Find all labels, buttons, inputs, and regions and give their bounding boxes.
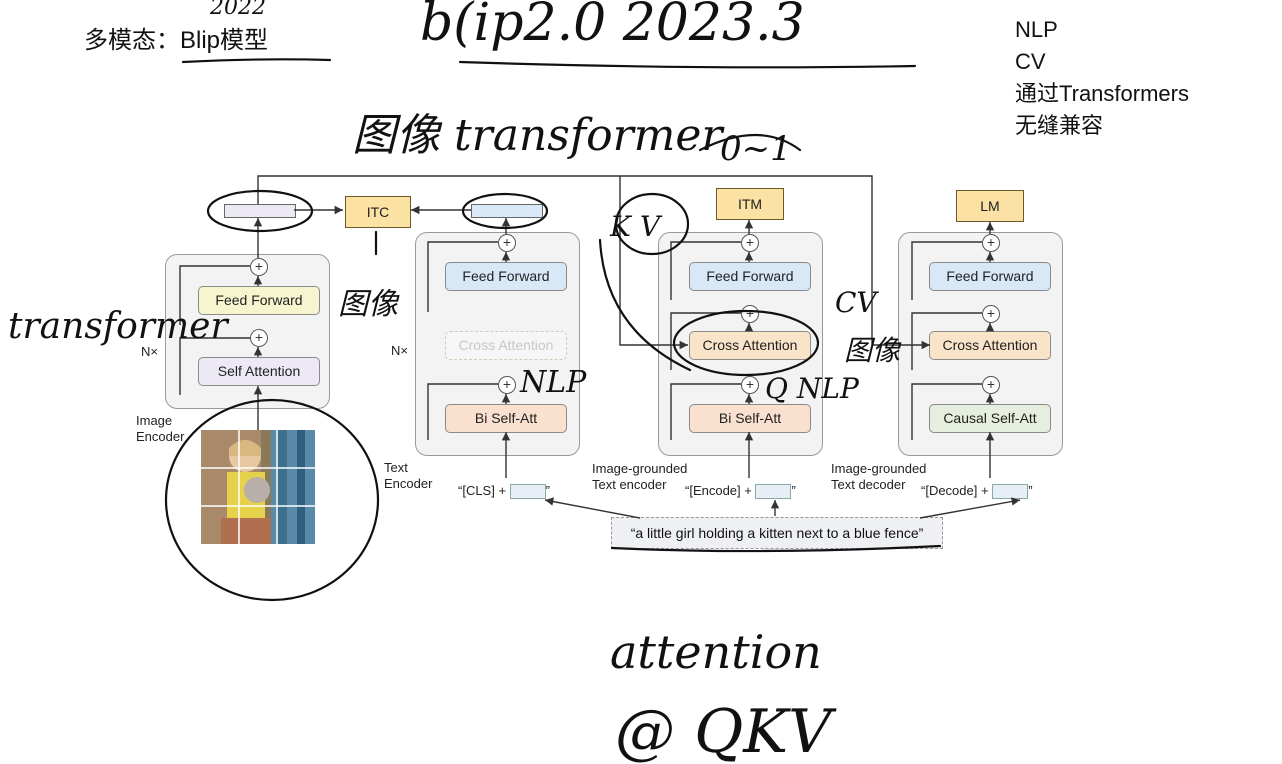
svg-text:2022: 2022 bbox=[209, 0, 266, 20]
svg-text:K V: K V bbox=[609, 210, 663, 243]
svg-text:b(ip2.0 2023.3: b(ip2.0 2023.3 bbox=[420, 0, 805, 53]
svg-text:CV: CV bbox=[835, 286, 879, 319]
svg-text:0~1: 0~1 bbox=[720, 129, 792, 169]
annotation-ink: b(ip2.0 2023.3 2022 图像 transformer trans… bbox=[8, 0, 1021, 764]
svg-text:Q NLP: Q NLP bbox=[765, 372, 860, 405]
svg-text:attention: attention bbox=[610, 625, 822, 679]
svg-text:图像 transformer: 图像 transformer bbox=[352, 110, 725, 161]
svg-text:transformer: transformer bbox=[8, 306, 229, 347]
svg-text:@ QKV: @ QKV bbox=[615, 697, 837, 764]
svg-text:图像: 图像 bbox=[338, 287, 400, 322]
svg-text:图像: 图像 bbox=[844, 334, 902, 367]
svg-text:NLP: NLP bbox=[519, 365, 587, 400]
